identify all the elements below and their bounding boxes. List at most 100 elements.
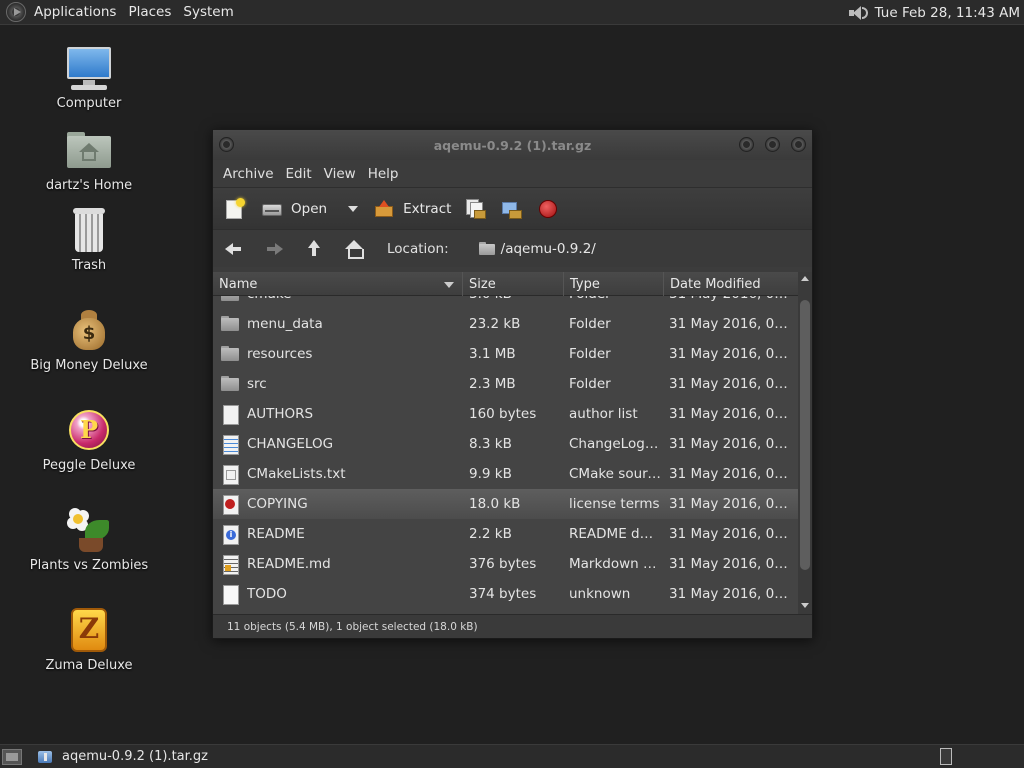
money-bag-icon: $: [65, 306, 113, 354]
add-files-button[interactable]: [465, 194, 487, 224]
maximize-button[interactable]: [765, 137, 780, 152]
desktop-icon-peggle[interactable]: P Peggle Deluxe: [19, 406, 159, 473]
scroll-down-icon[interactable]: [801, 603, 809, 608]
changelog-icon: [221, 435, 239, 455]
menu-help[interactable]: Help: [362, 166, 405, 182]
file-name: README.md: [247, 556, 331, 572]
chevron-down-icon: [347, 203, 359, 215]
scrollbar-thumb[interactable]: [800, 300, 810, 570]
scroll-up-icon[interactable]: [801, 276, 809, 281]
column-header-label: Type: [570, 277, 600, 292]
table-row[interactable]: cmake 3.0 kB Folder 31 May 2016, 08:34: [213, 296, 798, 309]
open-archive-icon: [261, 198, 283, 220]
top-panel: Applications Places System Tue Feb 28, 1…: [0, 0, 1024, 25]
stop-button[interactable]: [537, 194, 559, 224]
window-titlebar[interactable]: aqemu-0.9.2 (1).tar.gz: [213, 130, 812, 160]
table-row[interactable]: README 2.2 kB README document 31 May 201…: [213, 519, 798, 549]
menu-view[interactable]: View: [318, 166, 362, 182]
desktop-icon-home[interactable]: dartz's Home: [19, 126, 159, 193]
extract-button[interactable]: Extract: [373, 194, 451, 224]
readme-info-icon: [221, 525, 239, 545]
folder-icon: [221, 375, 239, 393]
up-icon[interactable]: [303, 238, 325, 260]
folder-icon: [221, 315, 239, 333]
open-button[interactable]: Open: [261, 194, 327, 224]
plants-vs-zombies-icon: [65, 506, 113, 554]
column-header-label: Date Modified: [670, 277, 761, 292]
desktop-icon-label: Zuma Deluxe: [45, 658, 133, 673]
folder-icon: [478, 242, 495, 255]
new-archive-button[interactable]: [223, 194, 245, 224]
status-bar: 11 objects (5.4 MB), 1 object selected (…: [213, 614, 812, 638]
file-date: 31 May 2016, 08:34: [669, 496, 794, 512]
forward-icon[interactable]: [263, 238, 285, 260]
desktop-icon-label: Computer: [56, 96, 122, 111]
desktop-icon-plants-vs-zombies[interactable]: Plants vs Zombies: [19, 506, 159, 573]
folder-icon: [221, 345, 239, 363]
file-name: resources: [247, 346, 313, 362]
taskbar-item-label: aqemu-0.9.2 (1).tar.gz: [62, 749, 208, 764]
table-row[interactable]: menu_data 23.2 kB Folder 31 May 2016, 08…: [213, 309, 798, 339]
add-folder-icon: [501, 198, 523, 220]
window-menu-button[interactable]: [219, 137, 234, 152]
table-row[interactable]: CMakeLists.txt 9.9 kB CMake source code …: [213, 459, 798, 489]
back-icon[interactable]: [223, 238, 245, 260]
file-size: 9.9 kB: [469, 466, 512, 482]
close-button[interactable]: [791, 137, 806, 152]
menu-archive[interactable]: Archive: [217, 166, 280, 182]
markdown-icon: [221, 555, 239, 575]
desktop-icon-zuma[interactable]: Z Zuma Deluxe: [19, 606, 159, 673]
column-header-label: Size: [469, 277, 496, 292]
minimize-button[interactable]: [739, 137, 754, 152]
desktop-icon-big-money[interactable]: $ Big Money Deluxe: [19, 306, 159, 373]
taskbar-item-archive[interactable]: aqemu-0.9.2 (1).tar.gz: [38, 746, 208, 768]
column-header-date-modified[interactable]: Date Modified: [664, 272, 798, 296]
file-name: README: [247, 526, 305, 542]
applications-menu[interactable]: Applications: [28, 4, 122, 20]
archive-manager-window: aqemu-0.9.2 (1).tar.gz Archive Edit View…: [212, 129, 813, 639]
file-date: 31 May 2016, 08:34: [669, 436, 794, 452]
file-size: 160 bytes: [469, 406, 537, 422]
desktop-icon-trash[interactable]: Trash: [19, 206, 159, 273]
places-menu[interactable]: Places: [122, 4, 177, 20]
file-size: 2.3 MB: [469, 376, 516, 392]
file-size: 3.1 MB: [469, 346, 516, 362]
column-header-type[interactable]: Type: [564, 272, 664, 296]
vertical-scrollbar[interactable]: [798, 272, 812, 614]
desktop-icon-computer[interactable]: Computer: [19, 44, 159, 111]
table-row[interactable]: AUTHORS 160 bytes author list 31 May 201…: [213, 399, 798, 429]
volume-icon[interactable]: [847, 4, 869, 22]
add-files-icon: [465, 198, 487, 220]
system-menu[interactable]: System: [177, 4, 239, 20]
column-header-name[interactable]: Name: [213, 272, 463, 296]
table-row[interactable]: resources 3.1 MB Folder 31 May 2016, 08:…: [213, 339, 798, 369]
table-row[interactable]: src 2.3 MB Folder 31 May 2016, 08:34: [213, 369, 798, 399]
column-header-size[interactable]: Size: [463, 272, 564, 296]
show-desktop-icon[interactable]: [2, 748, 22, 765]
file-date: 31 May 2016, 08:34: [669, 376, 794, 392]
file-type: author list: [569, 406, 638, 422]
file-size: 376 bytes: [469, 556, 537, 572]
home-icon[interactable]: [343, 238, 365, 260]
distribution-logo-icon[interactable]: [6, 2, 26, 22]
window-title: aqemu-0.9.2 (1).tar.gz: [433, 137, 592, 153]
license-icon: [221, 495, 239, 515]
table-row[interactable]: README.md 376 bytes Markdown document 31…: [213, 549, 798, 579]
file-type: CMake source code: [569, 466, 661, 482]
location-bar: Location: /aqemu-0.9.2/: [213, 229, 812, 267]
open-recent-dropdown[interactable]: [335, 194, 359, 224]
clock[interactable]: Tue Feb 28, 11:43 AM: [875, 5, 1020, 21]
table-row[interactable]: CHANGELOG 8.3 kB ChangeLog document 31 M…: [213, 429, 798, 459]
home-folder-icon: [65, 126, 113, 174]
file-type: Markdown document: [569, 556, 661, 572]
top-menu: Applications Places System: [0, 0, 240, 24]
location-path[interactable]: /aqemu-0.9.2/: [501, 241, 596, 257]
add-folder-button[interactable]: [501, 194, 523, 224]
trash-icon: [65, 206, 113, 254]
table-row[interactable]: TODO 374 bytes unknown 31 May 2016, 08:3…: [213, 579, 798, 609]
table-row-selected[interactable]: COPYING 18.0 kB license terms 31 May 201…: [213, 489, 798, 519]
workspace-switcher-icon[interactable]: [940, 748, 952, 765]
menu-edit[interactable]: Edit: [280, 166, 318, 182]
bottom-panel: aqemu-0.9.2 (1).tar.gz: [0, 744, 1024, 768]
document-icon: [221, 405, 239, 425]
